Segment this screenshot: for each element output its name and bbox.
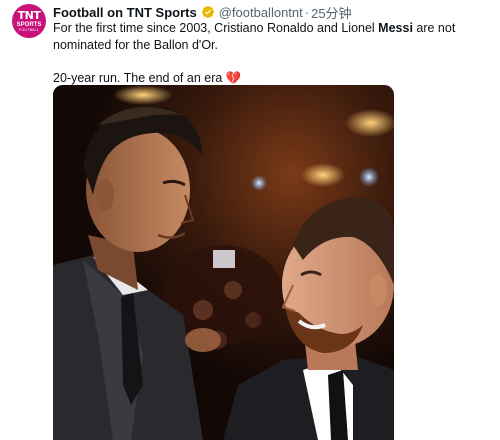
photo-ronaldo-messi [53, 85, 394, 440]
tweet-media-photo[interactable] [53, 85, 394, 440]
broken-heart-icon: 💔 [225, 71, 242, 85]
display-name[interactable]: Football on TNT Sports [53, 5, 197, 20]
tweet-text: For the first time since 2003, Cristiano… [53, 20, 483, 87]
avatar-logo-subtext: SPORTS [16, 21, 42, 28]
hashtag-messi[interactable]: Messi [378, 21, 413, 35]
separator: · [304, 4, 310, 20]
verified-badge-icon [201, 6, 214, 18]
avatar-logo-tagline: FOOTBALL [19, 27, 39, 32]
tweet-line-1: For the first time since 2003, Cristiano… [53, 21, 456, 52]
avatar-logo-text: TNT [17, 8, 41, 22]
handle[interactable]: @footballontnt [219, 5, 303, 20]
timestamp[interactable]: 25分钟 [311, 3, 351, 22]
avatar[interactable]: TNT SPORTS FOOTBALL [12, 4, 46, 38]
tweet-header: Football on TNT Sports @footballontnt · … [53, 3, 352, 22]
